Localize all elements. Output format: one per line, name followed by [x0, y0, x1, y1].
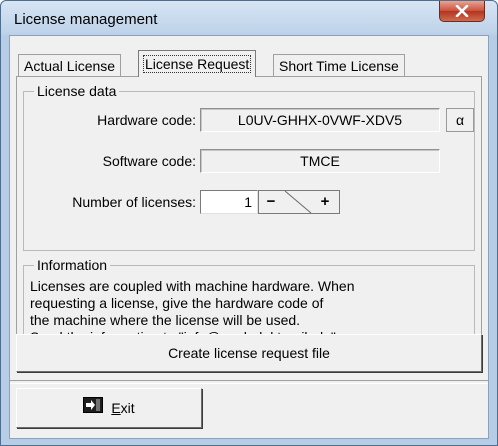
info-line: requesting a license, give the hardware … [30, 295, 324, 311]
decrement-button[interactable]: − [259, 191, 283, 213]
separator [10, 380, 488, 384]
alpha-icon: α [455, 112, 465, 128]
license-request-panel: License data Hardware code: L0UV-GHHX-0V… [16, 76, 482, 372]
information-legend: Information [34, 257, 111, 273]
tab-license-request-label: License Request [142, 55, 252, 73]
license-management-window: License management Actual License Licens… [0, 0, 498, 446]
number-of-licenses-input[interactable]: 1 [200, 190, 258, 214]
exit-mnemonic: E [111, 400, 121, 416]
window-title: License management [14, 11, 158, 28]
tab-actual-license-label: Actual License [24, 58, 116, 74]
dialog-client-area: Actual License License Request Short Tim… [9, 35, 489, 439]
info-line: the machine where the license will be us… [30, 312, 301, 328]
create-license-request-button[interactable]: Create license request file [16, 334, 482, 372]
licenses-stepper[interactable]: − + [258, 190, 340, 214]
software-code-field: TMCE [200, 149, 440, 173]
close-button[interactable] [439, 1, 485, 22]
exit-label: xit [120, 400, 135, 416]
tab-license-request[interactable]: License Request [138, 50, 257, 77]
software-code-label: Software code: [102, 153, 196, 169]
close-icon [455, 5, 469, 17]
exit-button[interactable]: Exit [16, 388, 202, 428]
title-bar[interactable]: License management [1, 1, 497, 35]
exit-icon [83, 389, 104, 427]
license-data-legend: License data [34, 83, 120, 99]
license-data-group: License data Hardware code: L0UV-GHHX-0V… [23, 83, 475, 251]
number-of-licenses-label: Number of licenses: [72, 194, 196, 210]
tab-actual-license[interactable]: Actual License [18, 54, 122, 76]
info-line: Licenses are coupled with machine hardwa… [30, 278, 355, 294]
tab-short-time-license[interactable]: Short Time License [273, 54, 405, 76]
tab-short-time-license-label: Short Time License [279, 58, 399, 74]
increment-button[interactable]: + [313, 191, 337, 213]
hardware-code-label: Hardware code: [97, 112, 196, 128]
alpha-button[interactable]: α [446, 108, 474, 132]
hardware-code-field: L0UV-GHHX-0VWF-XDV5 [200, 108, 440, 132]
create-license-request-label: Create license request file [168, 345, 330, 361]
